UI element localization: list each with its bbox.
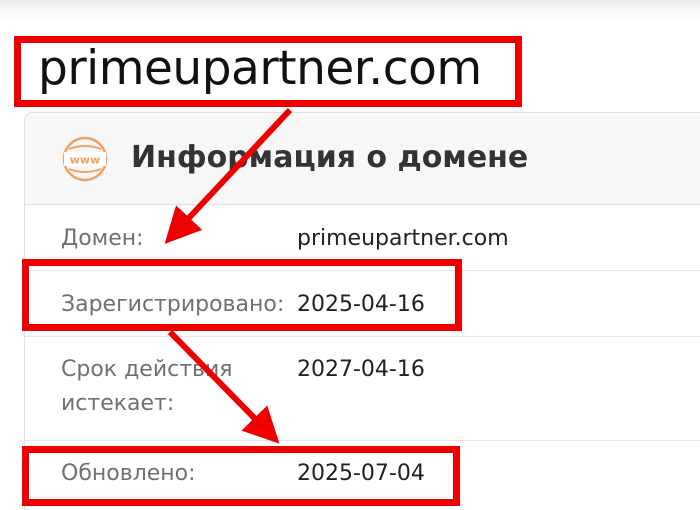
card-header: www Информация о домене	[25, 113, 700, 205]
www-globe-icon: www	[62, 136, 108, 182]
row-value-expires: 2027-04-16	[297, 357, 425, 382]
domain-title: primeupartner.com	[38, 41, 482, 96]
www-icon-text: www	[70, 154, 101, 167]
row-label-domain: Домен:	[61, 226, 144, 251]
page: primeupartner.com www Информация о домен…	[0, 0, 700, 510]
row-value-updated: 2025-07-04	[297, 461, 425, 486]
top-band	[0, 0, 700, 22]
row-label-updated: Обновлено:	[61, 461, 196, 486]
row-value-registered: 2025-04-16	[297, 292, 425, 317]
card-title: Информация о домене	[131, 140, 529, 175]
row-label-expires: Срок действия истекает:	[61, 357, 233, 416]
row-registered: Зарегистрировано: 2025-04-16	[25, 271, 700, 337]
domain-info-card: www Информация о домене Домен: primeupar…	[24, 112, 700, 510]
row-updated: Обновлено: 2025-07-04	[25, 441, 700, 510]
row-domain: Домен: primeupartner.com	[25, 205, 700, 271]
row-expires: Срок действия истекает: 2027-04-16	[25, 337, 700, 441]
row-value-domain: primeupartner.com	[297, 226, 509, 251]
row-label-registered: Зарегистрировано:	[61, 292, 285, 317]
